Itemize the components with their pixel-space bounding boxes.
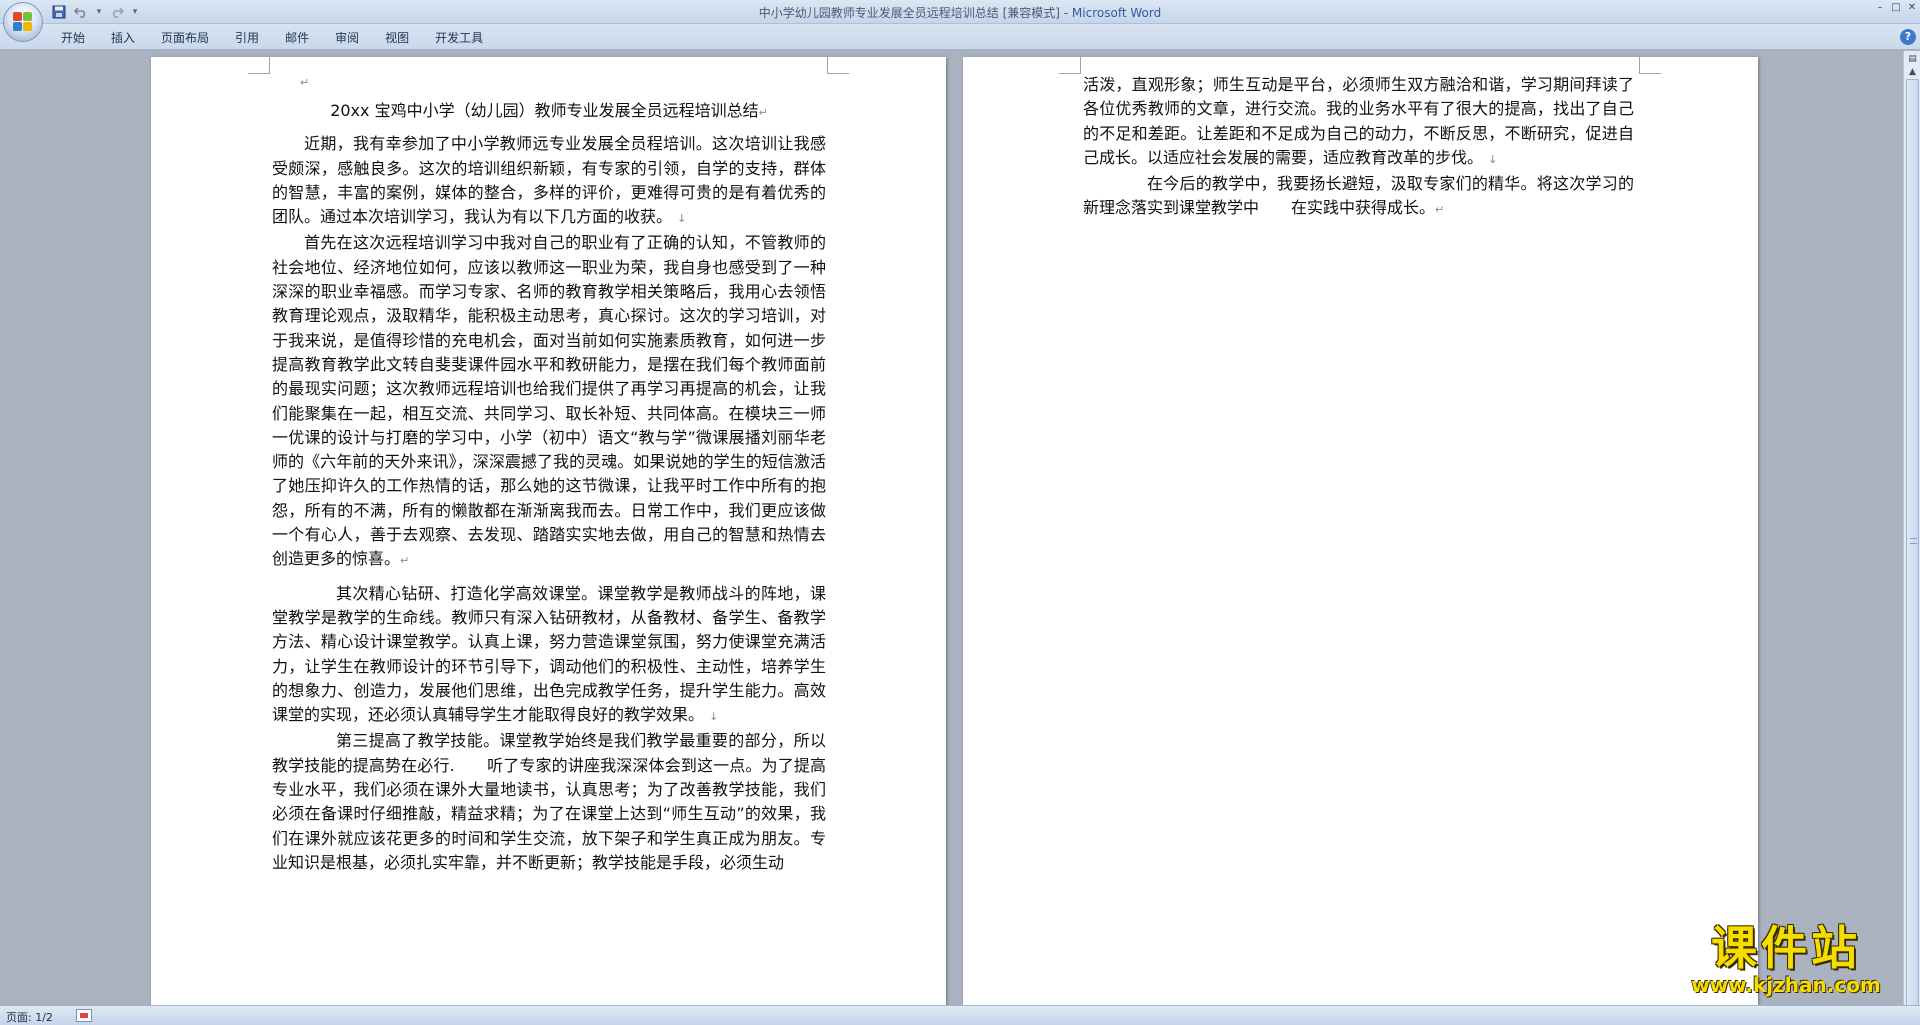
paragraph-mark: ↵	[300, 76, 310, 89]
scroll-up-icon[interactable]: ▲	[1905, 64, 1920, 79]
paragraph-mark: ↵	[758, 106, 768, 119]
crop-mark-top-left	[1059, 57, 1081, 74]
paragraph-mark: ↵	[1435, 203, 1445, 217]
tab-review[interactable]: 审阅	[322, 29, 372, 47]
scrollbar-thumb[interactable]	[1906, 79, 1919, 1009]
window-title: 中小学幼儿园教师专业发展全员远程培训总结 [兼容模式] - Microsoft …	[0, 4, 1920, 21]
tab-view[interactable]: 视图	[372, 29, 422, 47]
page-2-text[interactable]: 活泼，直观形象；师生互动是平台，必须师生双方融洽和谐，学习期间拜读了各位优秀教师…	[1083, 73, 1634, 223]
tab-developer[interactable]: 开发工具	[422, 29, 496, 47]
tab-mailings[interactable]: 邮件	[272, 29, 322, 47]
tab-home[interactable]: 开始	[48, 29, 98, 47]
title-bar: ▾ ▾ 中小学幼儿园教师专业发展全员远程培训总结 [兼容模式] - Micros…	[0, 0, 1920, 24]
document-title: 20xx 宝鸡中小学（幼儿园）教师专业发展全员远程培训总结↵	[272, 99, 826, 125]
line-break-mark: ↓	[677, 212, 687, 226]
scrollbar-grip-icon	[1910, 538, 1917, 544]
tab-references[interactable]: 引用	[222, 29, 272, 47]
window-title-document: 中小学幼儿园教师专业发展全员远程培训总结 [兼容模式] -	[758, 6, 1072, 20]
paragraph-text: 其次精心钻研、打造化学高效课堂。课堂教学是教师战斗的阵地，课堂教学是教学的生命线…	[272, 583, 826, 725]
crop-mark-top-right	[1639, 57, 1661, 74]
document-page-1[interactable]: ↵ 20xx 宝鸡中小学（幼儿园）教师专业发展全员远程培训总结↵ 近期，我有幸参…	[151, 57, 946, 1005]
document-page-2[interactable]: 活泼，直观形象；师生互动是平台，必须师生双方融洽和谐，学习期间拜读了各位优秀教师…	[963, 57, 1758, 1005]
minimize-button[interactable]: –	[1872, 0, 1888, 14]
status-bar: 页面: 1/2	[0, 1005, 1920, 1025]
body-paragraph-continued: 活泼，直观形象；师生互动是平台，必须师生双方融洽和谐，学习期间拜读了各位优秀教师…	[1083, 73, 1634, 172]
paragraph-text: 活泼，直观形象；师生互动是平台，必须师生双方融洽和谐，学习期间拜读了各位优秀教师…	[1083, 75, 1634, 167]
ribbon-tabs: 开始 插入 页面布局 引用 邮件 审阅 视图 开发工具	[48, 29, 496, 47]
paragraph-text: 首先在这次远程培训学习中我对自己的职业有了正确的认知，不管教师的社会地位、经济地…	[272, 233, 826, 569]
watermark-title: 课件站	[1711, 921, 1861, 975]
window-title-app: Microsoft Word	[1071, 6, 1162, 20]
paragraph-mark: ↵	[400, 554, 410, 568]
ribbon-tab-bar: 开始 插入 页面布局 引用 邮件 审阅 视图 开发工具 ?	[0, 24, 1920, 50]
paragraph-text: 近期，我有幸参加了中小学教师远专业发展全员程培训。这次培训让我感受颇深，感触良多…	[272, 134, 826, 227]
office-button[interactable]	[3, 2, 43, 42]
body-paragraph: 近期，我有幸参加了中小学教师远专业发展全员程培训。这次培训让我感受颇深，感触良多…	[272, 132, 826, 231]
paragraph-text: 第三提高了教学技能。课堂教学始终是我们教学最重要的部分，所以教学技能的提高势在必…	[272, 731, 826, 872]
crop-mark-top-left	[248, 57, 270, 74]
window-controls: – □ ✕	[1872, 0, 1920, 16]
paragraph-text: 在今后的教学中，我要扬长避短，汲取专家们的精华。将这次学习的新理念落实到课堂教学…	[1083, 174, 1634, 218]
office-logo-icon	[13, 12, 33, 32]
crop-mark-top-right	[827, 57, 849, 74]
watermark-url: www.kjzhan.com	[1691, 973, 1881, 997]
help-button[interactable]: ?	[1900, 29, 1916, 45]
document-workspace[interactable]: ↵ 20xx 宝鸡中小学（幼儿园）教师专业发展全员远程培训总结↵ 近期，我有幸参…	[0, 51, 1903, 1005]
vertical-scrollbar[interactable]: ▤ ▲	[1903, 51, 1920, 1009]
body-paragraph: 首先在这次远程培训学习中我对自己的职业有了正确的认知，不管教师的社会地位、经济地…	[272, 231, 826, 573]
tab-page-layout[interactable]: 页面布局	[148, 29, 222, 47]
body-paragraph: 第三提高了教学技能。课堂教学始终是我们教学最重要的部分，所以教学技能的提高势在必…	[272, 729, 826, 875]
tab-insert[interactable]: 插入	[98, 29, 148, 47]
site-watermark: 课件站 www.kjzhan.com	[1666, 922, 1906, 996]
paragraph-spacing	[272, 574, 826, 582]
line-break-mark: ↓	[1488, 152, 1498, 166]
document-title-text: 20xx 宝鸡中小学（幼儿园）教师专业发展全员远程培训总结	[330, 101, 759, 120]
body-paragraph: 其次精心钻研、打造化学高效课堂。课堂教学是教师战斗的阵地，课堂教学是教学的生命线…	[272, 582, 826, 730]
page-1-text[interactable]: ↵ 20xx 宝鸡中小学（幼儿园）教师专业发展全员远程培训总结↵ 近期，我有幸参…	[272, 61, 826, 875]
body-paragraph: 在今后的教学中，我要扬长避短，汲取专家们的精华。将这次学习的新理念落实到课堂教学…	[1083, 172, 1634, 223]
maximize-button[interactable]: □	[1888, 0, 1904, 14]
empty-paragraph: ↵	[272, 61, 826, 89]
proofing-status-icon[interactable]	[76, 1009, 92, 1022]
close-button[interactable]: ✕	[1904, 0, 1920, 14]
page-count-indicator[interactable]: 页面: 1/2	[6, 1009, 53, 1025]
line-break-mark: ↓	[709, 710, 719, 724]
